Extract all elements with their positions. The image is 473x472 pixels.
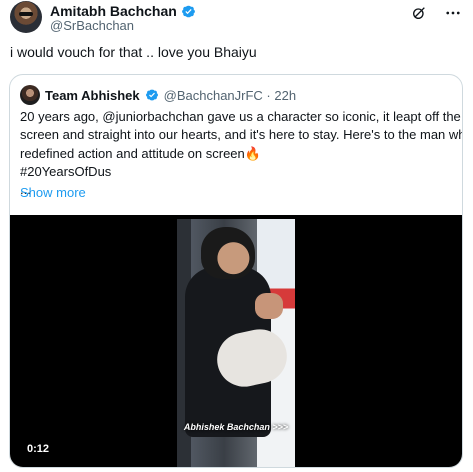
author-avatar[interactable] [10, 1, 42, 33]
quoted-author-avatar[interactable] [20, 85, 40, 105]
quoted-tweet-header: Team Abhishek @BachchanJrFC · 22h [20, 85, 296, 105]
quoted-author-name[interactable]: Team Abhishek [45, 88, 140, 103]
quoted-body-line: redefined action and attitude on screen🔥 [20, 145, 261, 161]
author-handle[interactable]: @SrBachchan [50, 18, 134, 33]
show-more-link[interactable]: Show more [20, 185, 86, 200]
author-name-row: Amitabh Bachchan [50, 3, 196, 19]
quoted-author-handle-time[interactable]: @BachchanJrFC · 22h [164, 88, 296, 103]
more-options-glyph [446, 11, 460, 15]
quoted-body-line: 20 years ago, @juniorbachchan gave us a … [20, 109, 461, 124]
video-duration: 0:12 [27, 443, 50, 455]
verified-badge-icon [181, 5, 195, 17]
grok-icon[interactable] [409, 3, 429, 23]
grok-icon-glyph [413, 7, 425, 19]
video-player[interactable]: Abhishek Bachchan >>> 0:12 [10, 215, 462, 467]
frame-figure-head [201, 227, 255, 279]
header-actions [409, 3, 463, 23]
more-options-icon[interactable] [443, 3, 463, 23]
video-frame: Abhishek Bachchan >>> [177, 219, 295, 467]
quoted-body-line: screen and straight into our hearts, and… [20, 127, 463, 143]
tweet-header: Amitabh Bachchan @SrBachchan [10, 1, 463, 33]
author-display-name[interactable]: Amitabh Bachchan [50, 3, 177, 19]
tweet-text: i would vouch for that .. love you Bhaiy… [10, 44, 257, 60]
avatar-glasses [19, 12, 33, 16]
frame-figure-hand [255, 293, 283, 319]
quoted-body-line: #20YearsOfDus [20, 163, 112, 179]
verified-badge-icon [145, 89, 158, 101]
video-caption: Abhishek Bachchan >>> [183, 422, 289, 432]
quoted-tweet-card[interactable]: Team Abhishek @BachchanJrFC · 22h 20 yea… [9, 74, 463, 468]
